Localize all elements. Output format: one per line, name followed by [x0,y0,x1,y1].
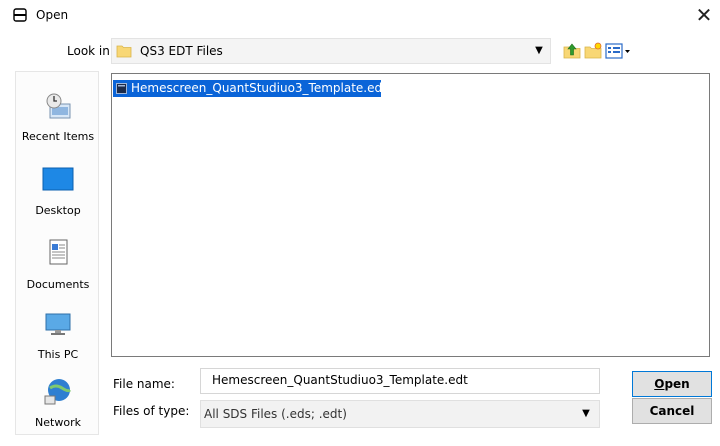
place-this-pc[interactable]: This PC [16,308,100,378]
places-bar: Recent Items Desktop Documents This PC N… [15,71,99,435]
cancel-button[interactable]: Cancel [632,398,712,424]
documents-icon [49,239,68,265]
this-pc-icon [45,313,71,335]
new-folder-icon [584,42,602,59]
place-documents[interactable]: Documents [16,238,100,308]
place-label: Recent Items [21,130,95,143]
open-mnemonic: O [654,377,665,391]
folder-icon [116,43,132,59]
view-menu-button[interactable] [604,41,632,61]
open-label-rest: pen [664,377,690,391]
look-in-value: QS3 EDT Files [140,44,223,58]
place-label: This PC [37,348,79,361]
title-bar [0,0,720,36]
place-recent-items[interactable]: Recent Items [16,90,100,160]
chevron-down-icon: ▼ [582,408,590,419]
file-icon [116,83,127,94]
place-label: Desktop [35,204,81,217]
open-button[interactable]: Open [632,371,712,397]
place-desktop[interactable]: Desktop [16,164,100,234]
look-in-dropdown-button[interactable]: ▼ [528,39,550,63]
up-folder-button[interactable] [562,41,582,61]
window-title: Open [36,8,69,22]
look-in-label: Look in: [67,44,114,58]
file-name-value: Hemescreen_QuantStudiuo3_Template.edt [212,373,468,387]
recent-items-icon [46,93,71,119]
file-name-text: Hemescreen_QuantStudiuo3_Template.edt [131,81,387,95]
file-type-dropdown-button[interactable]: ▼ [573,401,599,427]
network-icon [44,379,72,405]
place-label: Documents [26,278,90,291]
up-folder-icon [563,43,581,59]
place-network[interactable]: Network [16,376,100,446]
chevron-down-icon: ▼ [535,45,543,56]
file-name-label: File name: [113,377,175,391]
desktop-icon [42,167,74,191]
view-menu-icon [605,43,630,59]
close-button[interactable]: ✕ [690,2,718,28]
place-label: Network [35,416,81,429]
file-list[interactable] [111,73,710,357]
open-dialog-icon [12,7,28,23]
file-type-label: Files of type: [113,404,190,418]
file-type-value: All SDS Files (.eds; .edt) [204,407,347,421]
new-folder-button[interactable] [583,41,603,61]
close-icon: ✕ [695,3,713,27]
